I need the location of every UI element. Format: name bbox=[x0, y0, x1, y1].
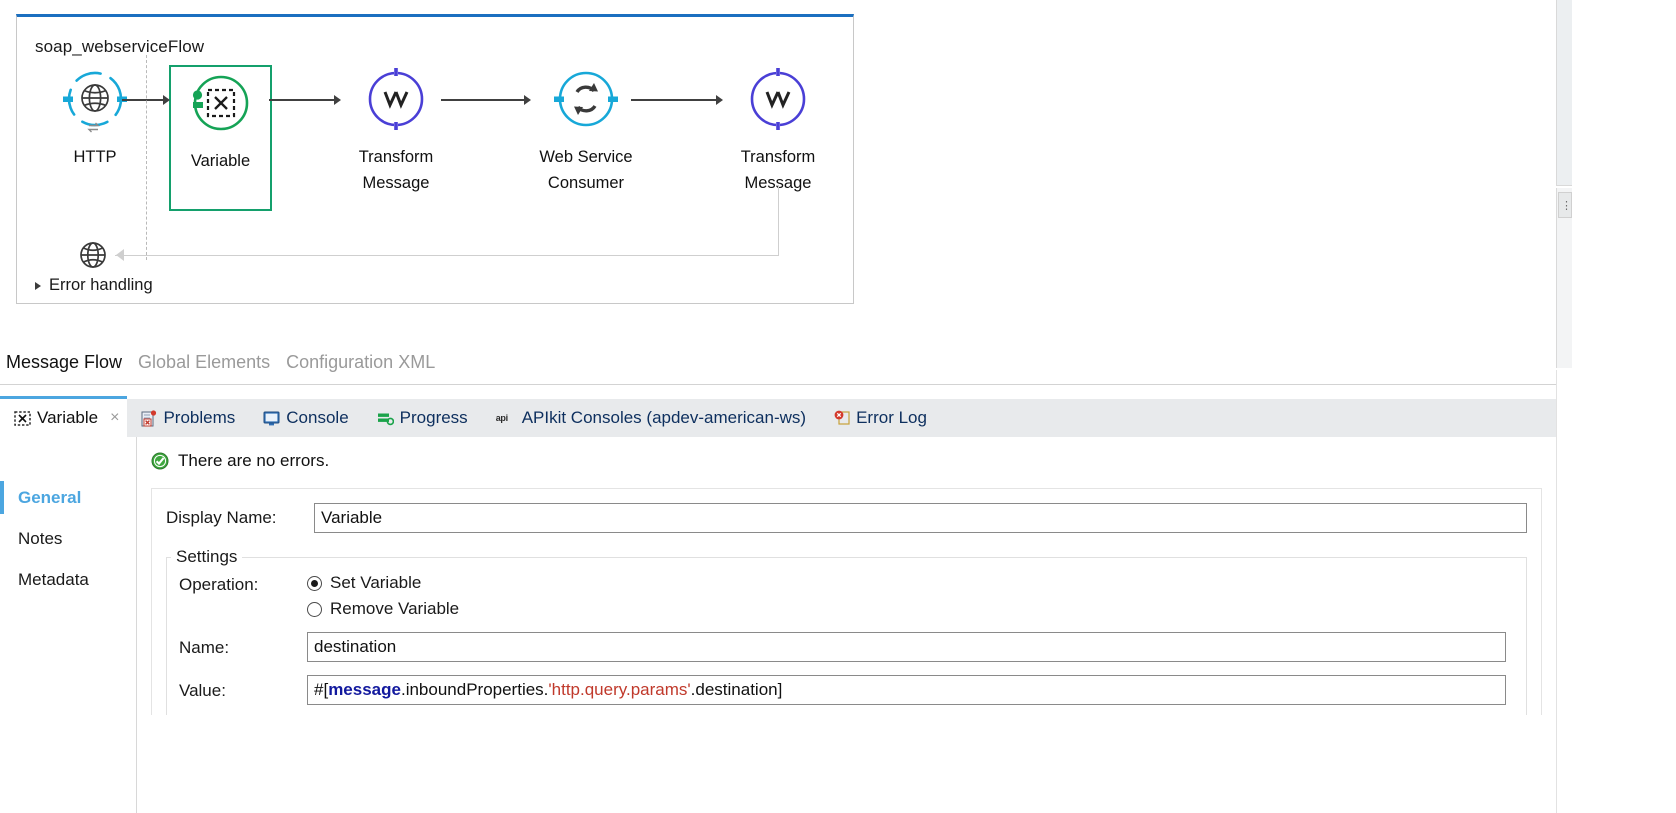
radio-label: Set Variable bbox=[330, 573, 421, 593]
name-label: Name: bbox=[179, 636, 307, 658]
problems-icon bbox=[141, 410, 157, 427]
flow-node-transform-message-2[interactable]: Transform Message bbox=[719, 65, 837, 196]
connector-wsc-to-transform2 bbox=[631, 94, 723, 106]
view-tab-label: Variable bbox=[37, 408, 98, 428]
connector-variable-to-transform1 bbox=[269, 94, 341, 106]
web-service-consumer-icon bbox=[547, 65, 625, 137]
sidebar-item-label: Notes bbox=[18, 529, 62, 549]
display-name-row: Display Name: bbox=[166, 503, 1527, 533]
right-side-gutter: ⋮ bbox=[1556, 0, 1676, 813]
sidebar-item-metadata[interactable]: Metadata bbox=[0, 559, 136, 600]
view-tab-label: APIkit Consoles (apdev-american-ws) bbox=[522, 408, 806, 428]
sidebar-item-label: General bbox=[18, 488, 81, 508]
view-tab-label: Console bbox=[286, 408, 348, 428]
message-flow-canvas[interactable]: soap_webserviceFlow bbox=[0, 0, 1556, 384]
error-log-icon bbox=[834, 410, 850, 426]
flow-name-label: soap_webserviceFlow bbox=[35, 37, 204, 57]
settings-group: Settings Operation: Set Variable bbox=[166, 547, 1527, 715]
mule-palette-collapsed-tab[interactable]: ⋮ bbox=[1558, 192, 1572, 218]
sidebar-item-notes[interactable]: Notes bbox=[0, 518, 136, 559]
tab-message-flow[interactable]: Message Flow bbox=[6, 352, 122, 373]
variable-value-input[interactable]: #[message.inboundProperties.'http.query.… bbox=[307, 675, 1506, 705]
view-tab-label: Error Log bbox=[856, 408, 927, 428]
radio-indicator[interactable] bbox=[307, 576, 322, 591]
validation-status: There are no errors. bbox=[137, 437, 1556, 485]
operation-row: Operation: Set Variable Remove Variable bbox=[167, 573, 1526, 619]
tab-configuration-xml[interactable]: Configuration XML bbox=[286, 352, 435, 373]
response-globe-icon bbox=[77, 239, 109, 271]
sidebar-item-label: Metadata bbox=[18, 570, 89, 590]
success-check-icon bbox=[151, 452, 169, 470]
connector-transform1-to-wsc bbox=[441, 94, 531, 106]
right-gutter-bottom bbox=[1556, 370, 1572, 813]
error-handling-label: Error handling bbox=[49, 276, 153, 295]
view-tab-bar[interactable]: Variable × bbox=[0, 399, 1556, 437]
flow-node-label: HTTP bbox=[73, 145, 116, 171]
radio-remove-variable[interactable]: Remove Variable bbox=[307, 599, 459, 619]
variable-name-input[interactable] bbox=[307, 632, 1506, 662]
flow-node-transform-message-1[interactable]: Transform Message bbox=[337, 65, 455, 196]
api-icon: api bbox=[496, 412, 516, 424]
dataweave-icon bbox=[357, 65, 435, 137]
view-tab-variable[interactable]: Variable × bbox=[0, 396, 127, 437]
sidebar-item-general[interactable]: General bbox=[0, 477, 136, 518]
variable-node-shape bbox=[182, 69, 260, 141]
mule-palette-icon: ⋮ bbox=[1561, 199, 1572, 212]
response-path-arrowhead bbox=[116, 249, 124, 261]
value-label: Value: bbox=[179, 679, 307, 701]
progress-icon bbox=[377, 411, 394, 425]
right-panel-upper bbox=[1556, 0, 1572, 186]
flow-node-row: HTTP bbox=[17, 65, 853, 215]
operation-radio-group[interactable]: Set Variable Remove Variable bbox=[307, 573, 459, 619]
flow-node-label: Web Service Consumer bbox=[539, 145, 632, 196]
settings-legend: Settings bbox=[171, 547, 242, 567]
console-icon bbox=[263, 411, 280, 426]
flow-node-http[interactable]: HTTP bbox=[36, 65, 154, 171]
bottom-view-stack: Variable × bbox=[0, 384, 1556, 813]
response-path-line bbox=[115, 255, 779, 256]
tab-global-elements[interactable]: Global Elements bbox=[138, 352, 270, 373]
wsc-node-shape bbox=[547, 65, 625, 137]
flow-node-variable[interactable]: Variable bbox=[169, 65, 272, 211]
value-row: Value: #[message.inboundProperties.'http… bbox=[167, 675, 1526, 715]
transform-node-shape bbox=[357, 65, 435, 137]
flow-node-web-service-consumer[interactable]: Web Service Consumer bbox=[527, 65, 645, 196]
view-tab-error-log[interactable]: Error Log bbox=[820, 399, 941, 437]
radio-set-variable[interactable]: Set Variable bbox=[307, 573, 459, 593]
validation-status-text: There are no errors. bbox=[178, 451, 329, 471]
view-tab-apikit-consoles[interactable]: api APIkit Consoles (apdev-american-ws) bbox=[482, 399, 820, 437]
radio-indicator[interactable] bbox=[307, 602, 322, 617]
mule-properties-editor: General Notes Metadata bbox=[0, 437, 1556, 813]
flow-container[interactable]: soap_webserviceFlow bbox=[16, 14, 854, 304]
view-tab-progress[interactable]: Progress bbox=[363, 399, 482, 437]
general-form: Display Name: Settings Operation: Set Va… bbox=[151, 488, 1542, 715]
view-tab-problems[interactable]: Problems bbox=[127, 399, 249, 437]
error-handling-section[interactable]: Error handling bbox=[35, 276, 153, 295]
variable-brackets-icon bbox=[182, 69, 260, 141]
source-process-divider bbox=[146, 55, 147, 260]
display-name-input[interactable] bbox=[314, 503, 1527, 533]
editor-page-tabs[interactable]: Message Flow Global Elements Configurati… bbox=[0, 340, 1556, 384]
anypoint-studio-window: soap_webserviceFlow bbox=[0, 0, 1676, 813]
variable-brackets-icon bbox=[14, 411, 31, 426]
dataweave-icon bbox=[739, 65, 817, 137]
view-tab-label: Problems bbox=[163, 408, 235, 428]
response-path-riser bbox=[778, 185, 779, 256]
radio-label: Remove Variable bbox=[330, 599, 459, 619]
properties-side-nav[interactable]: General Notes Metadata bbox=[0, 437, 137, 813]
view-tab-label: Progress bbox=[400, 408, 468, 428]
properties-main-pane: There are no errors. Display Name: Setti… bbox=[137, 437, 1556, 813]
chevron-right-icon[interactable] bbox=[35, 282, 41, 290]
display-name-label: Display Name: bbox=[166, 508, 314, 528]
operation-label: Operation: bbox=[179, 573, 307, 595]
transform-node-shape bbox=[739, 65, 817, 137]
flow-node-label: Transform Message bbox=[359, 145, 434, 196]
close-icon[interactable]: × bbox=[110, 410, 119, 426]
value-expression: #[message.inboundProperties.'http.query.… bbox=[314, 680, 782, 699]
name-row: Name: bbox=[167, 632, 1526, 662]
view-tab-console[interactable]: Console bbox=[249, 399, 362, 437]
